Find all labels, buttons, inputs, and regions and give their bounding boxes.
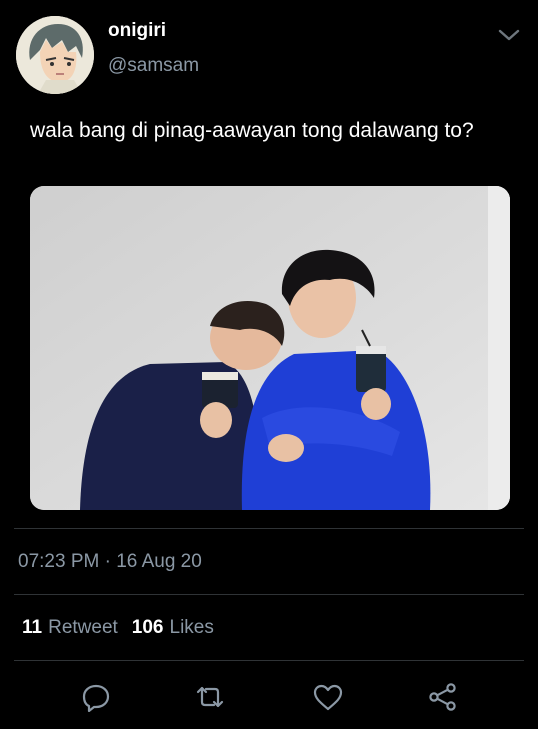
- retweet-count[interactable]: 11: [22, 617, 42, 639]
- divider: [14, 594, 524, 595]
- avatar[interactable]: [16, 16, 94, 94]
- tweet-timestamp: 07:23 PM · 16 Aug 20: [18, 551, 202, 572]
- like-label[interactable]: Likes: [170, 617, 214, 639]
- tweet-text: wala bang di pinag-aawayan tong dalawang…: [30, 119, 474, 142]
- action-bar: [0, 677, 538, 717]
- retweet-label[interactable]: Retweet: [48, 617, 118, 639]
- like-button[interactable]: [308, 677, 348, 717]
- retweet-icon: [196, 686, 224, 708]
- divider: [14, 528, 524, 529]
- share-icon: [429, 683, 456, 711]
- reply-button[interactable]: [76, 677, 116, 717]
- retweet-button[interactable]: [190, 677, 230, 717]
- avatar-illustration: [16, 16, 94, 94]
- tweet-header: onigiri @samsam: [16, 16, 522, 96]
- chevron-down-icon[interactable]: [498, 28, 520, 42]
- reply-icon: [82, 684, 110, 712]
- display-name[interactable]: onigiri: [108, 20, 199, 42]
- share-button[interactable]: [423, 677, 463, 717]
- divider: [14, 660, 524, 661]
- user-handle[interactable]: @samsam: [108, 55, 199, 77]
- photo-image: [30, 186, 510, 510]
- tweet-stats: 11 Retweet 106 Likes: [22, 617, 228, 639]
- tweet-photo[interactable]: [30, 186, 510, 510]
- like-count[interactable]: 106: [132, 617, 164, 639]
- heart-icon: [313, 684, 343, 711]
